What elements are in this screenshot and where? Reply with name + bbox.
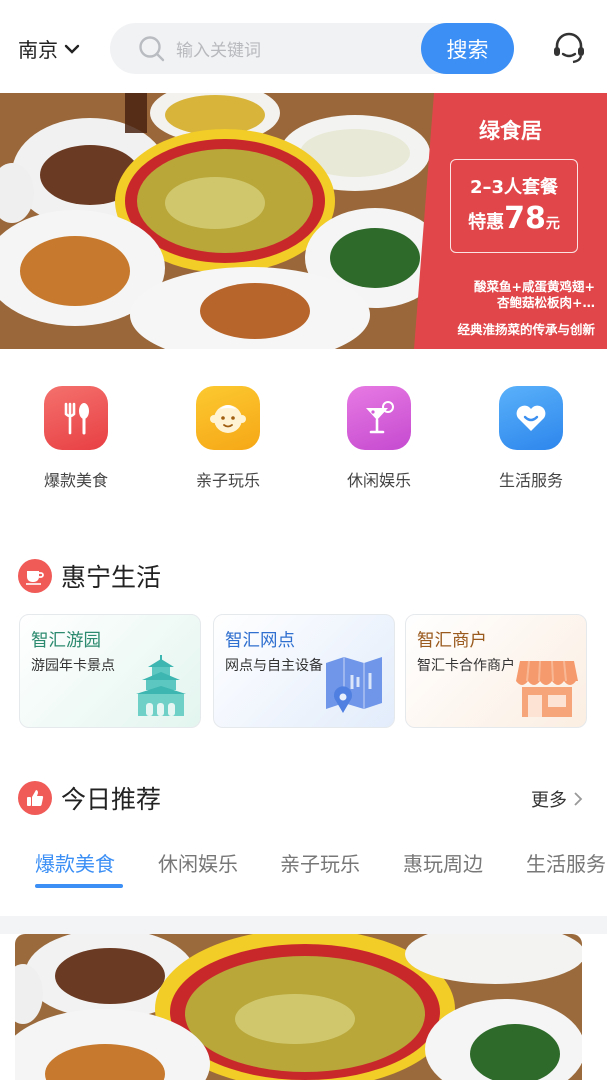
- thumbs-up-icon: [18, 781, 52, 815]
- active-tab-indicator: [35, 884, 123, 888]
- customer-service-icon[interactable]: [549, 28, 589, 68]
- price-prefix: 特惠: [468, 212, 505, 233]
- card-smart-merchants[interactable]: 智汇商户 智汇卡合作商户: [405, 614, 587, 728]
- category-label: 生活服务: [498, 471, 563, 490]
- section-title: 今日推荐: [61, 785, 162, 814]
- cocktail-icon: [347, 386, 411, 450]
- banner-slogan: 经典淮扬菜的传承与创新: [457, 322, 595, 337]
- tab-life-service[interactable]: 生活服务: [526, 848, 606, 877]
- tab-leisure[interactable]: 休闲娱乐: [158, 848, 238, 877]
- card-smart-park[interactable]: 智汇游园 游园年卡景点: [19, 614, 201, 728]
- coffee-cup-icon: [18, 559, 52, 593]
- pagoda-icon: [136, 655, 186, 716]
- banner-price: 特惠78元: [450, 201, 578, 236]
- tab-kids[interactable]: 亲子玩乐: [280, 848, 360, 877]
- city-selector[interactable]: 南京: [18, 34, 80, 63]
- card-title: 智汇网点: [225, 631, 295, 651]
- banner-dishes-line2: 杏鲍菇松板肉+…: [497, 295, 595, 310]
- section-today: 今日推荐: [18, 780, 161, 816]
- more-link[interactable]: 更多: [531, 786, 583, 812]
- category-label: 爆款美食: [43, 471, 108, 490]
- banner-set-name: 2–3人套餐: [469, 177, 559, 198]
- card-subtitle: 游园年卡景点: [31, 658, 115, 674]
- section-huining: 惠宁生活: [18, 558, 161, 594]
- banner-brand: 绿食居: [479, 119, 542, 143]
- price-unit: 元: [545, 216, 560, 232]
- category-tabs: 爆款美食 休闲娱乐 亲子玩乐 惠玩周边 生活服务: [0, 843, 607, 891]
- card-subtitle: 智汇卡合作商户: [417, 658, 515, 674]
- category-food[interactable]: 爆款美食: [26, 386, 126, 491]
- tab-nearby[interactable]: 惠玩周边: [403, 848, 483, 877]
- card-subtitle: 网点与自主设备: [225, 658, 323, 674]
- card-title: 智汇游园: [31, 631, 101, 651]
- city-label: 南京: [18, 38, 58, 62]
- category-label: 亲子玩乐: [195, 471, 260, 490]
- section-divider: [0, 916, 607, 934]
- chevron-right-icon: [574, 792, 583, 806]
- section-title: 惠宁生活: [61, 563, 162, 592]
- search-button[interactable]: 搜索: [421, 23, 514, 74]
- category-label: 休闲娱乐: [346, 471, 411, 490]
- promo-banner[interactable]: 绿食居 2–3人套餐 特惠78元 酸菜鱼+咸蛋黄鸡翅+ 杏鲍菇松板肉+… 经典淮…: [0, 93, 607, 349]
- card-title: 智汇商户: [417, 631, 487, 651]
- map-pin-icon: [326, 657, 382, 713]
- price-number: 78: [504, 201, 546, 236]
- category-kids[interactable]: 亲子玩乐: [178, 386, 278, 491]
- fork-spoon-icon: [44, 386, 108, 450]
- search-icon: [139, 36, 165, 62]
- recommend-item-image[interactable]: [15, 934, 582, 1080]
- baby-face-icon: [196, 386, 260, 450]
- food-photo: [0, 93, 440, 349]
- category-leisure[interactable]: 休闲娱乐: [329, 386, 429, 491]
- search-input[interactable]: 输入关键词: [176, 36, 261, 61]
- card-smart-outlets[interactable]: 智汇网点 网点与自主设备: [213, 614, 395, 728]
- top-bar: 南京 输入关键词 搜索: [0, 0, 607, 92]
- more-label: 更多: [531, 790, 567, 811]
- chevron-down-icon: [64, 44, 80, 54]
- category-life-service[interactable]: 生活服务: [481, 386, 581, 491]
- heart-icon: [499, 386, 563, 450]
- shop-icon: [516, 660, 578, 717]
- food-photo: [15, 934, 582, 1080]
- tab-hot-food[interactable]: 爆款美食: [35, 848, 115, 877]
